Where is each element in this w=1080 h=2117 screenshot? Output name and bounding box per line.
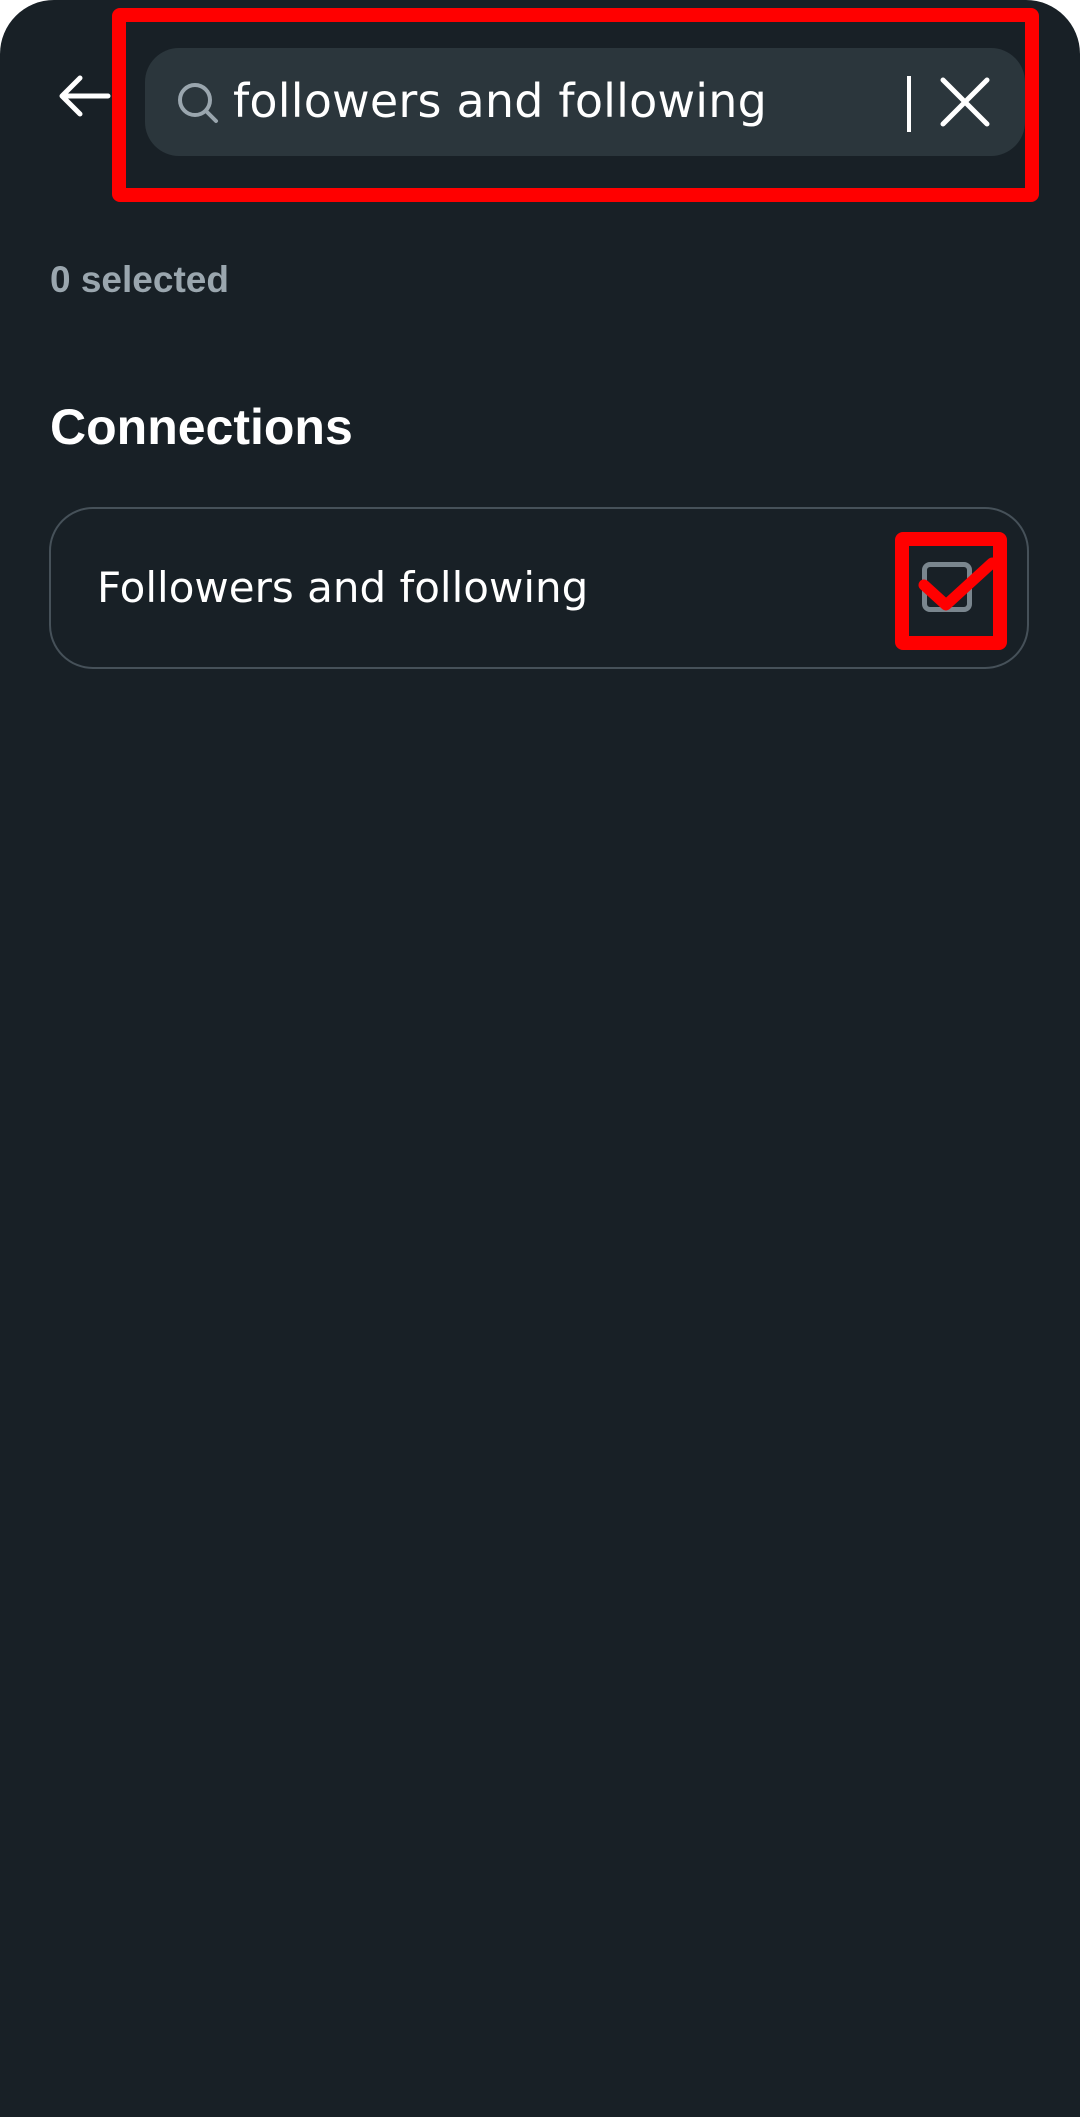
search-input[interactable] — [233, 66, 893, 136]
arrow-left-icon — [59, 75, 111, 117]
section-title-connections: Connections — [50, 399, 353, 455]
screen: 0 selected Connections Followers and fol… — [0, 0, 1080, 2117]
checkbox-icon[interactable] — [922, 562, 972, 612]
option-label: Followers and following — [97, 563, 589, 612]
selected-count: 0 selected — [50, 259, 229, 300]
option-followers-and-following[interactable]: Followers and following — [49, 507, 1029, 669]
search-bar[interactable] — [145, 48, 1025, 156]
text-cursor — [907, 76, 911, 132]
search-icon — [178, 83, 218, 123]
close-icon — [940, 77, 990, 127]
clear-search-button[interactable] — [935, 72, 995, 132]
back-button[interactable] — [52, 72, 116, 120]
